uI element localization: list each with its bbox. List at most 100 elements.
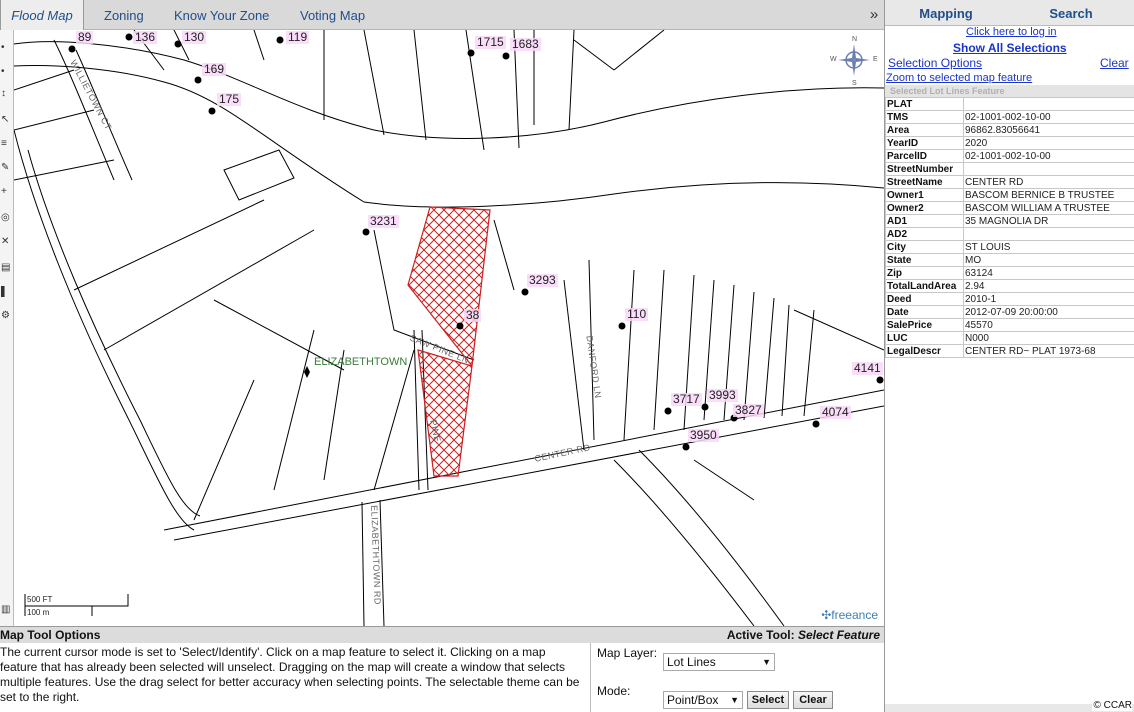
- print-tool-icon[interactable]: ▤: [1, 262, 12, 273]
- attribute-key: Zip: [885, 266, 964, 280]
- zoom-in-tool-icon[interactable]: •: [1, 66, 12, 77]
- tab-know-your-zone[interactable]: Know Your Zone: [174, 0, 269, 30]
- attribute-value: 2020: [963, 136, 1134, 150]
- attribute-key: State: [885, 253, 964, 267]
- address-label: 1715: [475, 35, 506, 49]
- tool-strip: • • ↕ ↖ ≡ ✎ + ◎ ✕ ▤ ▌ ⚙ ▥: [0, 30, 14, 626]
- select-tool-icon[interactable]: ↖: [1, 114, 12, 125]
- pan-tool-icon[interactable]: •: [1, 42, 12, 53]
- attribute-value: [963, 162, 1134, 176]
- attribute-value: 35 MAGNOLIA DR: [963, 214, 1134, 228]
- address-label: 3827: [733, 403, 764, 417]
- attribute-row: TotalLandArea 2.94: [885, 279, 1134, 293]
- attribute-key: LegalDescr: [885, 344, 964, 358]
- zoom-to-feature-link[interactable]: Zoom to selected map feature: [886, 72, 1032, 84]
- address-label: 169: [202, 62, 227, 76]
- compass-w: W: [830, 56, 837, 63]
- collapse-panel-icon[interactable]: »: [866, 4, 882, 26]
- attribute-row: Deed 2010-1: [885, 292, 1134, 306]
- freeance-logo: ✣freeance: [821, 608, 878, 622]
- attribute-row: StreetName CENTER RD: [885, 175, 1134, 189]
- address-label: 3293: [527, 273, 558, 287]
- show-all-selections-link[interactable]: Show All Selections: [953, 41, 1067, 55]
- attribute-value: N000: [963, 331, 1134, 345]
- tab-mapping[interactable]: Mapping: [885, 0, 1007, 26]
- address-label: 119: [286, 30, 310, 44]
- address-label: 4141: [852, 361, 883, 375]
- attribute-key: PLAT: [885, 97, 964, 111]
- clear-button[interactable]: Clear: [793, 691, 833, 709]
- address-label: 3950: [688, 428, 719, 442]
- map-vector-layer: [14, 30, 884, 626]
- panel-tabs: Mapping Search: [885, 0, 1134, 26]
- address-label: 89: [76, 30, 94, 44]
- compass-s: S: [852, 80, 857, 87]
- address-label: 38: [464, 308, 482, 322]
- hand-tool-icon[interactable]: ↕: [1, 88, 12, 99]
- measure-tool-icon[interactable]: ✎: [1, 162, 12, 173]
- attribute-value: MO: [963, 253, 1134, 267]
- options-description: The current cursor mode is set to 'Selec…: [0, 645, 580, 704]
- attribute-key: Area: [885, 123, 964, 137]
- north-arrow-icon: N S W E: [828, 36, 880, 88]
- map-canvas[interactable]: 89 136 130 119 1715 1683 169 175 3231 32…: [14, 30, 884, 626]
- attribute-key: AD1: [885, 214, 964, 228]
- bookmark-tool-icon[interactable]: ▌: [1, 286, 12, 297]
- right-panel: Mapping Search Click here to log in Show…: [884, 0, 1134, 712]
- compass-n: N: [852, 36, 858, 43]
- attribute-value: 2.94: [963, 279, 1134, 293]
- mode-label: Mode:: [597, 684, 631, 698]
- attribute-row: YearID 2020: [885, 136, 1134, 150]
- attribute-value: 02-1001-002-10-00: [963, 110, 1134, 124]
- selected-feature-header: Selected Lot Lines Feature: [885, 85, 1134, 97]
- attribute-row: LegalDescr CENTER RD~ PLAT 1973-68: [885, 344, 1134, 358]
- attribute-value: 2012-07-09 20:00:00: [963, 305, 1134, 319]
- selected-parcel-south[interactable]: [417, 349, 473, 477]
- clear-selection-link[interactable]: Clear: [1100, 56, 1129, 70]
- map-tool-options: Map Tool Options Active Tool: Select Fea…: [0, 626, 884, 712]
- attribute-value: [963, 97, 1134, 111]
- attribute-value: 02-1001-002-10-00: [963, 149, 1134, 163]
- attribute-value: CENTER RD~ PLAT 1973-68: [963, 344, 1134, 358]
- tab-zoning[interactable]: Zoning: [104, 0, 144, 30]
- list-tool-icon[interactable]: ≡: [1, 138, 12, 149]
- identify-tool-icon[interactable]: ◎: [1, 212, 12, 223]
- attribute-value: BASCOM BERNICE B TRUSTEE: [963, 188, 1134, 202]
- tab-voting-map[interactable]: Voting Map: [300, 0, 365, 30]
- tab-search[interactable]: Search: [1011, 0, 1131, 26]
- top-tab-bar: Flood Map Zoning Know Your Zone Voting M…: [0, 0, 884, 30]
- attribute-key: Deed: [885, 292, 964, 306]
- options-title: Map Tool Options: [0, 628, 101, 642]
- attribute-table: PLAT TMS 02-1001-002-10-00 Area 96862.830566…: [885, 97, 1134, 358]
- map-layer-label: Map Layer:: [597, 646, 658, 660]
- attribute-key: Owner2: [885, 201, 964, 215]
- attribute-value: 45570: [963, 318, 1134, 332]
- map-layer-select[interactable]: Lot Lines ▼: [663, 653, 775, 671]
- attribute-row: StreetNumber: [885, 162, 1134, 176]
- attribute-key: City: [885, 240, 964, 254]
- legend-tool-icon[interactable]: ▥: [1, 604, 12, 615]
- login-link[interactable]: Click here to log in: [966, 26, 1057, 38]
- attribute-row: Date 2012-07-09 20:00:00: [885, 305, 1134, 319]
- freeance-logo-icon: ✣: [821, 608, 832, 622]
- select-button[interactable]: Select: [747, 691, 789, 709]
- address-label: 3717: [671, 392, 702, 406]
- attribute-row: AD2: [885, 227, 1134, 241]
- attribute-row: Owner2 BASCOM WILLIAM A TRUSTEE: [885, 201, 1134, 215]
- mode-select[interactable]: Point/Box ▼: [663, 691, 743, 709]
- layers-tool-icon[interactable]: +: [1, 186, 12, 197]
- attribute-key: AD2: [885, 227, 964, 241]
- options-header: Map Tool Options Active Tool: Select Fea…: [0, 627, 884, 643]
- attribute-key: SalePrice: [885, 318, 964, 332]
- draw-tool-icon[interactable]: ✕: [1, 236, 12, 247]
- attribute-key: LUC: [885, 331, 964, 345]
- attribute-key: TotalLandArea: [885, 279, 964, 293]
- attribute-row: PLAT: [885, 97, 1134, 111]
- address-label: 4074: [820, 405, 851, 419]
- scale-metric: 100 m: [27, 608, 50, 617]
- selection-options-link[interactable]: Selection Options: [888, 56, 982, 70]
- attribute-row: LUC N000: [885, 331, 1134, 345]
- settings-tool-icon[interactable]: ⚙: [1, 310, 12, 321]
- attribute-value: BASCOM WILLIAM A TRUSTEE: [963, 201, 1134, 215]
- tab-flood-map[interactable]: Flood Map: [0, 0, 84, 30]
